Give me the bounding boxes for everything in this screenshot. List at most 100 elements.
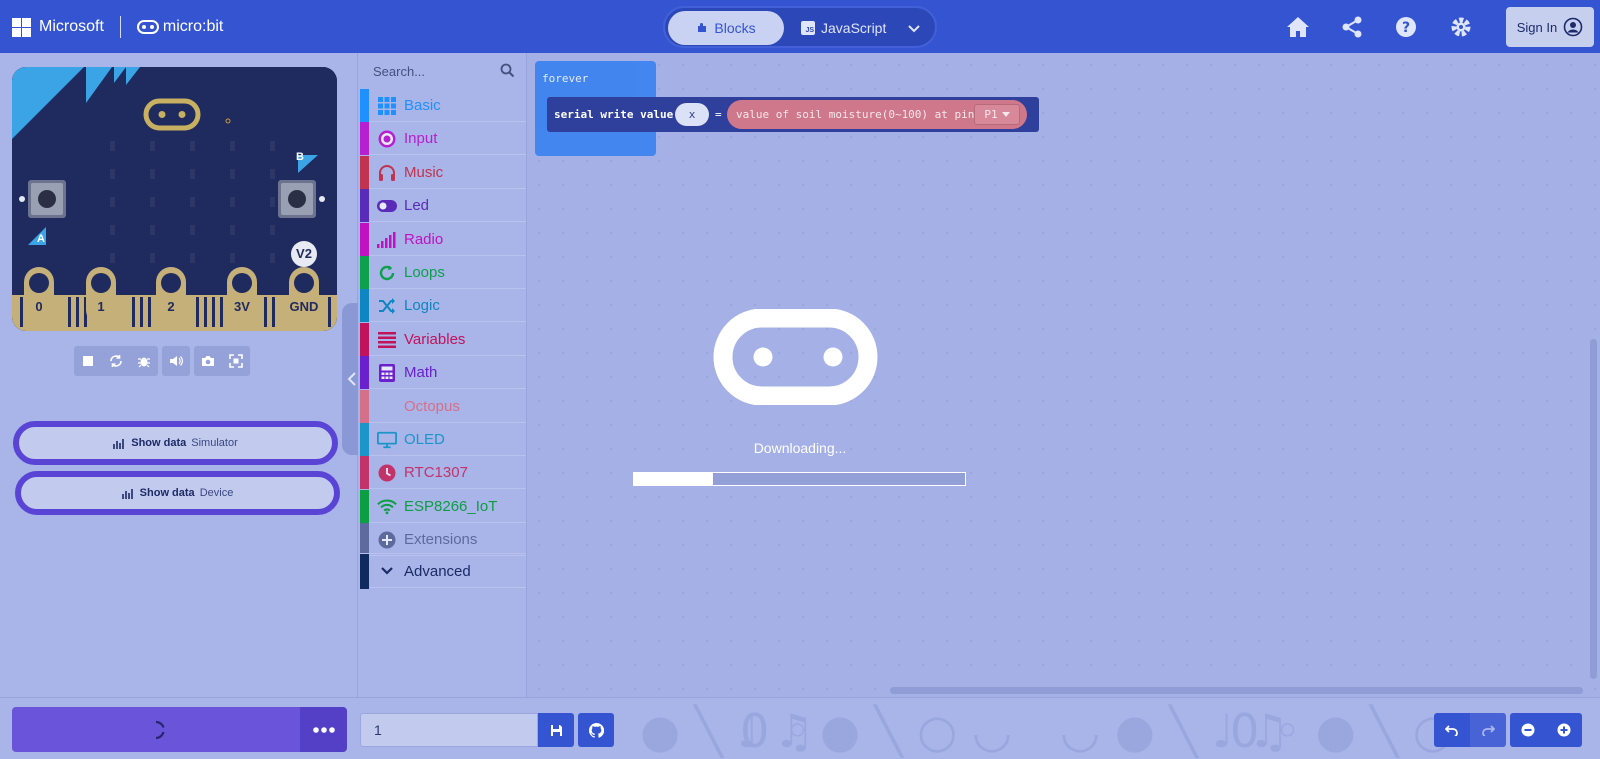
category-oled[interactable]: OLED	[360, 423, 526, 456]
mute-icon[interactable]	[168, 353, 184, 369]
pin-label[interactable]: 0	[33, 299, 45, 314]
microbit-simulator[interactable]: 0 1 2 3V GND A B V2	[12, 67, 337, 331]
category-variables[interactable]: Variables	[360, 322, 526, 356]
category-color-bar	[360, 89, 369, 122]
variable-name-field[interactable]: x	[675, 103, 709, 126]
share-icon[interactable]	[1337, 12, 1367, 42]
blocks-workspace[interactable]: forever serial write value x = value of …	[527, 53, 1600, 697]
zoom-out-icon	[1521, 723, 1535, 737]
tab-blocks[interactable]: Blocks	[668, 11, 784, 45]
category-label: Extensions	[404, 531, 478, 549]
pin-label[interactable]: 2	[165, 299, 177, 314]
soil-moisture-block[interactable]: value of soil moisture(0~100) at pin P1	[727, 100, 1027, 129]
restart-icon[interactable]	[108, 353, 124, 369]
category-esp8266-iot[interactable]: ESP8266_IoT	[360, 489, 526, 523]
microbit-logo: micro:bit	[136, 18, 224, 36]
zoom-in-icon	[1557, 723, 1571, 737]
category-color-bar	[360, 489, 369, 523]
redo-button[interactable]	[1470, 713, 1506, 747]
category-rtc1307[interactable]: RTC1307	[360, 456, 526, 490]
category-color-bar	[360, 456, 369, 490]
svg-text:?: ?	[1402, 20, 1410, 36]
chevron-left-icon	[347, 372, 356, 386]
debug-icon[interactable]	[136, 353, 152, 369]
button-a-label: A	[37, 233, 45, 245]
category-octopus[interactable]: Octopus	[360, 389, 526, 423]
clock-icon	[377, 463, 397, 483]
category-color-bar	[360, 389, 369, 423]
wifi-icon	[377, 497, 397, 517]
undo-redo-group	[1434, 713, 1506, 747]
project-name-input[interactable]: 1	[360, 713, 538, 747]
stop-icon[interactable]	[80, 353, 96, 369]
github-button[interactable]	[578, 713, 614, 747]
toolbox-search[interactable]: Search...	[358, 53, 527, 89]
fullscreen-icon[interactable]	[228, 353, 244, 369]
category-color-bar	[360, 523, 369, 557]
category-math[interactable]: Math	[360, 356, 526, 390]
bottom-bar: ● ╲ ♩ ♫ 0 ◦ ● ╲ ○ ◡ ◡ ● ╲ ♩ ♫ 0 ◦ ● ╲ ○ …	[0, 697, 1600, 759]
pin-label[interactable]: GND	[287, 299, 321, 314]
horizontal-scrollbar[interactable]	[890, 687, 1583, 694]
category-label: OLED	[404, 431, 445, 448]
chevron-down-icon[interactable]	[905, 19, 923, 37]
category-label: Variables	[404, 330, 466, 348]
home-icon[interactable]	[1283, 12, 1313, 42]
category-label: ESP8266_IoT	[404, 497, 498, 515]
download-button[interactable]	[12, 707, 300, 752]
category-logic[interactable]: Logic	[360, 289, 526, 323]
category-input[interactable]: Input	[360, 122, 526, 156]
category-radio[interactable]: Radio	[360, 222, 526, 256]
category-color-bar	[360, 122, 369, 156]
signal-bars-icon	[377, 230, 397, 250]
pin-dropdown[interactable]: P1	[974, 104, 1020, 125]
category-label: Octopus	[404, 397, 460, 415]
more-icon	[312, 726, 335, 733]
serial-write-value-block[interactable]: serial write value x = value of soil moi…	[547, 97, 1039, 132]
show-data-simulator-button[interactable]: Show data Simulator	[13, 421, 338, 465]
undo-button[interactable]	[1434, 713, 1470, 747]
category-extensions[interactable]: Extensions	[360, 523, 526, 557]
toggle-icon	[377, 196, 397, 216]
settings-icon[interactable]	[1446, 12, 1476, 42]
category-color-bar	[360, 554, 369, 589]
button-b-label: B	[296, 151, 304, 163]
undo-icon	[1445, 725, 1458, 736]
simulator-toolbar	[74, 346, 250, 376]
tab-javascript[interactable]: JS JavaScript	[797, 11, 897, 45]
editor-toggle: Blocks JS JavaScript	[663, 6, 937, 48]
zoom-in-button[interactable]	[1546, 713, 1582, 747]
soil-moisture-label: value of soil moisture(0~100) at pin	[736, 108, 975, 121]
search-input[interactable]: Search...	[373, 64, 425, 79]
category-color-bar	[360, 189, 369, 223]
spinner-icon	[155, 720, 165, 739]
category-advanced[interactable]: Advanced	[360, 553, 526, 589]
pin-label[interactable]: 1	[95, 299, 107, 314]
calculator-icon	[377, 363, 397, 383]
category-music[interactable]: Music	[360, 155, 526, 189]
category-loops[interactable]: Loops	[360, 256, 526, 289]
category-label: Input	[404, 130, 438, 148]
show-data-sub: Device	[199, 487, 234, 499]
decor-pattern: 0 ◦ ● ╲ ○	[1230, 704, 1453, 758]
show-data-sub: Simulator	[191, 437, 238, 449]
vertical-scrollbar[interactable]	[1590, 339, 1597, 679]
category-basic[interactable]: Basic	[360, 89, 526, 122]
product-name: micro:bit	[162, 18, 224, 35]
save-button[interactable]	[538, 713, 574, 747]
sim-audio-group	[162, 346, 190, 376]
show-data-device-button[interactable]: Show data Device	[15, 471, 340, 515]
sign-in-button[interactable]: Sign In	[1506, 7, 1594, 47]
screenshot-icon[interactable]	[200, 353, 216, 369]
serial-write-label: serial write value	[554, 108, 674, 121]
more-options-button[interactable]	[300, 707, 347, 752]
puzzle-icon	[698, 23, 707, 32]
brand[interactable]: Microsoft micro:bit	[12, 14, 223, 40]
plus-circle-icon	[377, 530, 397, 550]
pin-label[interactable]: 3V	[230, 299, 254, 314]
search-icon[interactable]	[500, 63, 515, 78]
dropdown-arrow-icon	[1001, 112, 1010, 117]
help-icon[interactable]: ?	[1391, 12, 1421, 42]
category-led[interactable]: Led	[360, 189, 526, 223]
zoom-out-button[interactable]	[1510, 713, 1546, 747]
